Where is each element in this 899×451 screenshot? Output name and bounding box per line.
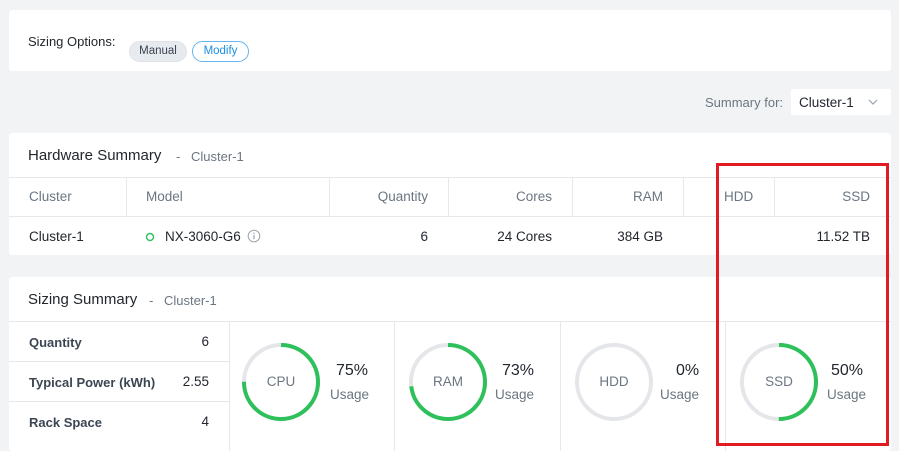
cpu-gauge-label: CPU [266,374,296,389]
hdd-gauge-label: HDD [599,374,629,389]
ram-gauge-label: RAM [433,374,463,389]
manual-button[interactable]: Manual [129,41,187,62]
cell-ram: 384 GB [617,229,663,244]
cluster-select-value: Cluster-1 [799,95,854,110]
cell-cluster: Cluster-1 [29,229,84,244]
ram-usage-label: Usage [495,387,535,402]
stat-value-rack-space: 4 [201,414,209,429]
hardware-summary-cluster: Cluster-1 [191,149,244,164]
chevron-down-icon [868,99,878,105]
stat-value-power: 2.55 [182,374,209,389]
cluster-select[interactable]: Cluster-1 [791,89,891,115]
cpu-usage-label: Usage [330,387,370,402]
column-header-cluster[interactable]: Cluster [29,189,72,204]
stat-value-quantity: 6 [201,334,209,349]
ram-usage-percent: 73% [502,362,535,379]
stat-label-power: Typical Power (kWh) [29,375,156,390]
sizing-summary-title: Sizing Summary [28,291,138,308]
summary-for-label: Summary for: [705,95,784,110]
hardware-summary-title: Hardware Summary [28,147,162,164]
divider [9,361,229,362]
stat-label-quantity: Quantity [29,335,82,350]
hdd-usage-percent: 0% [676,362,700,379]
column-divider [683,177,684,216]
divider [9,401,229,402]
cpu-usage-percent: 75% [336,362,369,379]
column-divider [329,177,330,216]
sizing-summary-cluster: Cluster-1 [164,293,217,308]
column-header-ram[interactable]: RAM [633,189,663,204]
info-icon[interactable] [247,229,261,243]
column-header-quantity[interactable]: Quantity [378,189,428,204]
column-divider [448,177,449,216]
column-header-model[interactable]: Model [146,189,183,204]
cell-quantity: 6 [420,229,428,244]
hdd-usage-label: Usage [660,387,700,402]
sizing-options-card: Sizing Options: Manual Modify [9,10,891,71]
panel-divider [560,321,561,451]
panel-divider [229,321,230,451]
title-separator: - [176,149,181,164]
column-divider [126,177,127,216]
status-dot-icon [145,232,155,242]
column-header-cores[interactable]: Cores [516,189,552,204]
sizing-options-label: Sizing Options: [28,34,116,49]
title-separator: - [149,293,154,308]
cell-cores: 24 Cores [497,229,552,244]
panel-divider [394,321,395,451]
modify-button[interactable]: Modify [192,41,249,62]
cell-model: NX-3060-G6 [165,229,241,244]
stat-label-rack-space: Rack Space [29,415,102,430]
highlight-box [716,163,889,446]
column-divider [572,177,573,216]
